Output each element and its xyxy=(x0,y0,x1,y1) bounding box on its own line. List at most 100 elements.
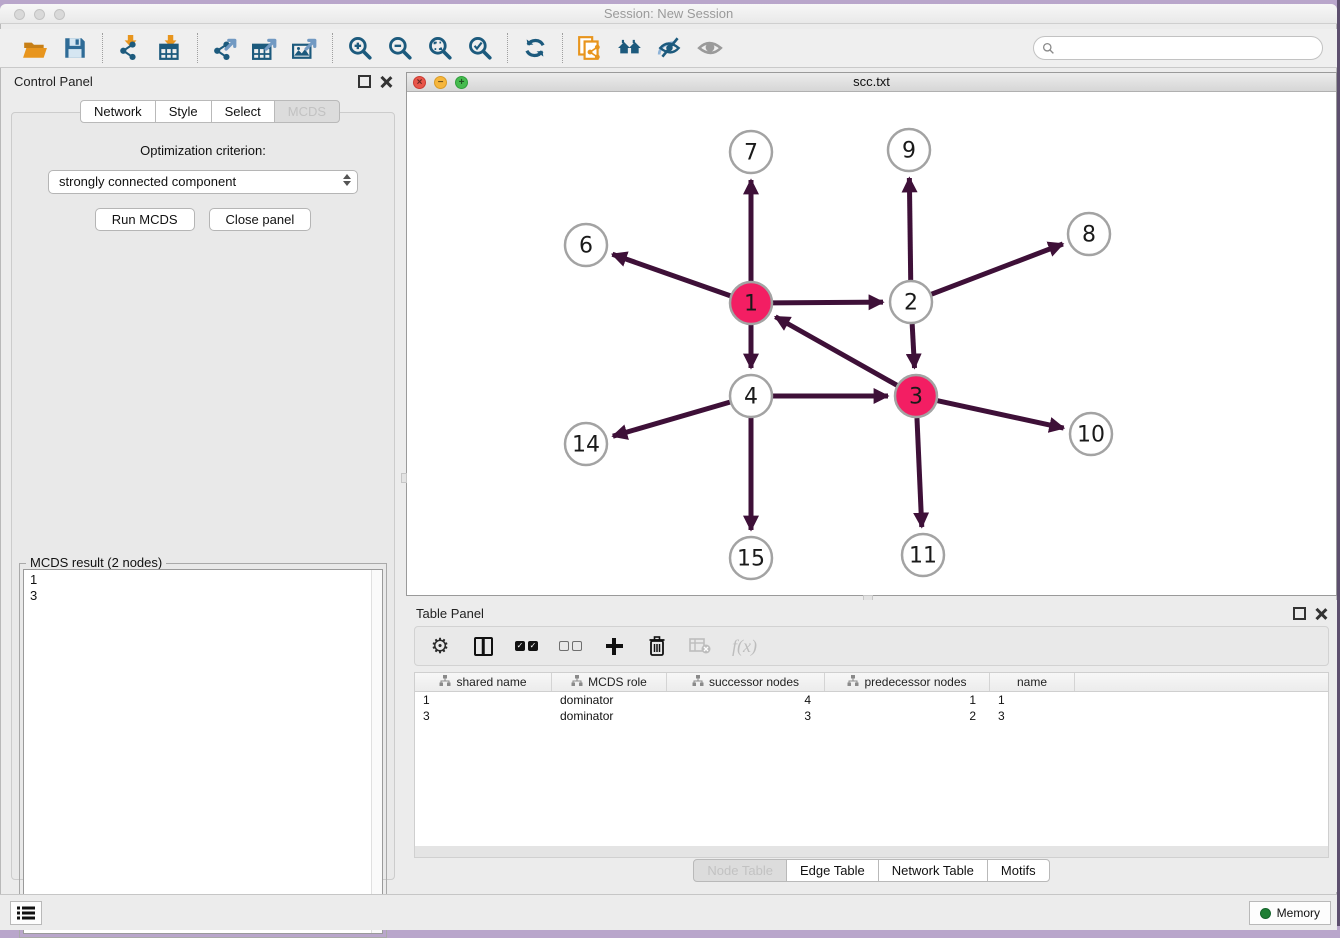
graph-node-14[interactable]: 14 xyxy=(565,423,607,465)
graph-node-9[interactable]: 9 xyxy=(888,129,930,171)
graph-node-1[interactable]: 1 xyxy=(730,282,772,324)
optimization-criterion-select[interactable]: strongly connected component xyxy=(48,170,358,194)
graph-edge-2-8[interactable] xyxy=(932,244,1063,294)
graph-edge-2-9[interactable] xyxy=(909,178,910,280)
mcds-result-groupbox: MCDS result (2 nodes) 1 3 xyxy=(19,563,387,938)
mcds-result-list[interactable]: 1 3 xyxy=(23,569,383,934)
table-close-panel-icon[interactable] xyxy=(1314,607,1327,620)
network-maximize-button[interactable]: + xyxy=(455,76,468,89)
graph-edge-3-11[interactable] xyxy=(917,418,922,527)
add-row-icon[interactable] xyxy=(603,634,625,658)
close-panel-icon[interactable] xyxy=(379,75,392,88)
window-title: Session: New Session xyxy=(0,4,1337,24)
network-minimize-button[interactable]: − xyxy=(434,76,447,89)
network-canvas[interactable]: 7 9 6 8 1 2 4 3 14 10 15 11 xyxy=(407,92,1336,595)
graph-node-15[interactable]: 15 xyxy=(730,537,772,579)
run-mcds-button[interactable]: Run MCDS xyxy=(95,208,195,231)
network-graph[interactable]: 7 9 6 8 1 2 4 3 14 10 15 11 xyxy=(407,92,1336,595)
table-tab-edge-table[interactable]: Edge Table xyxy=(786,859,879,882)
node-label: 7 xyxy=(744,141,758,166)
table-panel-header: Table Panel xyxy=(406,600,1337,626)
table-row[interactable]: 3dominator323 xyxy=(415,708,1328,724)
hierarchy-icon xyxy=(847,675,859,689)
deselect-all-icon[interactable] xyxy=(559,634,582,658)
import-table-icon[interactable] xyxy=(155,33,185,63)
zoom-out-icon[interactable] xyxy=(385,33,415,63)
result-scrollbar[interactable] xyxy=(371,570,382,933)
graph-edge-1-6[interactable] xyxy=(612,254,730,295)
save-session-icon[interactable] xyxy=(60,33,90,63)
table-tab-motifs[interactable]: Motifs xyxy=(987,859,1050,882)
control-tab-network[interactable]: Network xyxy=(80,100,156,123)
hide-selected-icon[interactable] xyxy=(655,33,685,63)
delete-table-icon xyxy=(689,634,711,658)
table-float-panel-icon[interactable] xyxy=(1293,607,1306,620)
node-label: 15 xyxy=(737,547,765,572)
clone-network-icon[interactable] xyxy=(575,33,605,63)
graph-node-6[interactable]: 6 xyxy=(565,224,607,266)
graph-node-8[interactable]: 8 xyxy=(1068,213,1110,255)
graph-edge-3-1[interactable] xyxy=(775,317,896,385)
table-cell: 3 xyxy=(990,708,1075,724)
control-tab-style[interactable]: Style xyxy=(155,100,212,123)
table-settings-icon[interactable]: ⚙ xyxy=(429,634,451,658)
node-label: 10 xyxy=(1077,423,1105,448)
control-tab-select[interactable]: Select xyxy=(211,100,275,123)
node-label: 9 xyxy=(902,139,916,164)
export-network-icon[interactable] xyxy=(210,33,240,63)
desktop: Session: New Session Control Panel Netwo… xyxy=(0,0,1340,926)
export-image-icon[interactable] xyxy=(290,33,320,63)
graph-edge-4-14[interactable] xyxy=(613,402,730,436)
graph-node-2[interactable]: 2 xyxy=(890,281,932,323)
network-close-button[interactable]: × xyxy=(413,76,426,89)
delete-icon[interactable] xyxy=(646,634,668,658)
table-cell: dominator xyxy=(552,692,667,708)
splitter-handle-vertical[interactable] xyxy=(401,473,407,483)
control-tab-mcds[interactable]: MCDS xyxy=(274,100,340,123)
graph-node-4[interactable]: 4 xyxy=(730,375,772,417)
column-header-name[interactable]: name xyxy=(990,673,1075,691)
minimize-window-button[interactable] xyxy=(34,9,45,20)
table-tab-network-table[interactable]: Network Table xyxy=(878,859,988,882)
show-columns-icon[interactable] xyxy=(472,634,494,658)
zoom-in-icon[interactable] xyxy=(345,33,375,63)
graph-node-11[interactable]: 11 xyxy=(902,534,944,576)
export-table-icon[interactable] xyxy=(250,33,280,63)
zoom-selected-icon[interactable] xyxy=(465,33,495,63)
first-neighbors-icon[interactable] xyxy=(615,33,645,63)
refresh-icon[interactable] xyxy=(520,33,550,63)
column-header-MCDS-role[interactable]: MCDS role xyxy=(552,673,667,691)
graph-edge-1-2[interactable] xyxy=(773,302,883,303)
close-panel-button[interactable]: Close panel xyxy=(209,208,312,231)
zoom-fit-icon[interactable] xyxy=(425,33,455,63)
column-header-shared-name[interactable]: shared name xyxy=(415,673,552,691)
column-header-successor-nodes[interactable]: successor nodes xyxy=(667,673,825,691)
zoom-window-button[interactable] xyxy=(54,9,65,20)
import-network-icon[interactable] xyxy=(115,33,145,63)
column-header-predecessor-nodes[interactable]: predecessor nodes xyxy=(825,673,990,691)
graph-edge-3-10[interactable] xyxy=(937,401,1063,428)
network-window-controls: × − + xyxy=(413,76,468,89)
open-session-icon[interactable] xyxy=(20,33,50,63)
graph-node-10[interactable]: 10 xyxy=(1070,413,1112,455)
network-view-window: × − + scc.txt 7 9 6 8 1 2 4 3 14 10 15 11 xyxy=(406,72,1337,596)
table-tab-node-table[interactable]: Node Table xyxy=(693,859,787,882)
show-hidden-icon[interactable] xyxy=(695,33,725,63)
graph-node-3[interactable]: 3 xyxy=(895,375,937,417)
search-box[interactable] xyxy=(1033,36,1323,60)
search-input[interactable] xyxy=(1060,41,1314,55)
network-title: scc.txt xyxy=(407,73,1336,91)
graph-edge-2-3[interactable] xyxy=(912,324,914,368)
table-row[interactable]: 1dominator411 xyxy=(415,692,1328,708)
table-cell: 3 xyxy=(667,708,825,724)
table-cell: 1 xyxy=(990,692,1075,708)
task-history-button[interactable] xyxy=(10,901,42,925)
select-all-icon[interactable]: ✓✓ xyxy=(515,634,538,658)
table-toolbar: ⚙ ✓✓ f(x) xyxy=(414,626,1329,666)
close-window-button[interactable] xyxy=(14,9,25,20)
float-panel-icon[interactable] xyxy=(358,75,371,88)
memory-button[interactable]: Memory xyxy=(1249,901,1331,925)
control-panel-title: Control Panel xyxy=(14,74,350,89)
list-icon xyxy=(17,906,35,920)
graph-node-7[interactable]: 7 xyxy=(730,131,772,173)
